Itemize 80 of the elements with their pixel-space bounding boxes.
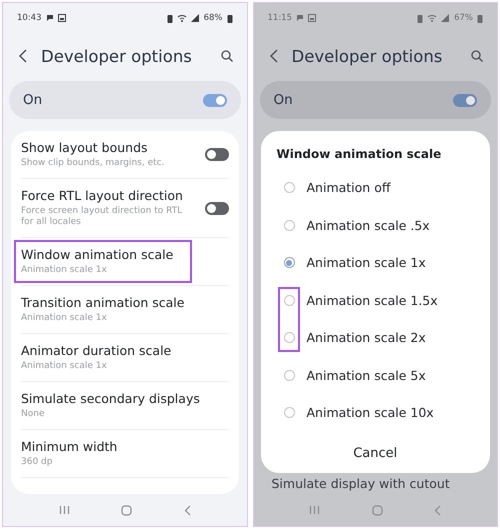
- setting-title: Minimum width: [21, 439, 118, 455]
- battery-icon: [477, 14, 483, 22]
- status-time: 11:15: [268, 13, 292, 23]
- home-icon[interactable]: [121, 504, 132, 516]
- setting-value: 360 dp: [21, 457, 54, 468]
- radio-button[interactable]: [284, 220, 294, 231]
- page-title: Developer options: [41, 46, 193, 66]
- settings-item[interactable]: Transition animation scale Animation scale 1x: [21, 286, 228, 334]
- settings-item[interactable]: Force RTL layout direction Force screen layout direction to RTL for all locales: [21, 179, 228, 238]
- radio-option[interactable]: Animation scale .5x: [260, 206, 490, 244]
- radio-button[interactable]: [284, 370, 294, 381]
- chat-icon: [46, 14, 54, 22]
- toggle-switch[interactable]: [202, 94, 226, 106]
- toggle-switch[interactable]: [204, 148, 228, 161]
- battery-icon: [226, 14, 232, 22]
- radio-option[interactable]: Animation off: [260, 169, 490, 206]
- option-label: Animation scale .5x: [306, 218, 430, 233]
- battery-saver-icon: [166, 14, 173, 22]
- page-title: Developer options: [292, 46, 444, 66]
- setting-title: Simulate display with cutout: [272, 476, 450, 492]
- status-time: 10:43: [17, 13, 42, 23]
- master-switch-bar[interactable]: On: [260, 81, 491, 119]
- radio-option[interactable]: Animation scale 10x: [260, 394, 490, 432]
- setting-title: Animator duration scale: [21, 343, 172, 359]
- dialog-title: Window animation scale: [276, 147, 442, 163]
- image-icon: [58, 14, 66, 22]
- search-icon[interactable]: [220, 50, 232, 62]
- radio-button[interactable]: [284, 332, 294, 344]
- battery-percent: 67%: [454, 13, 473, 23]
- setting-value: Force screen layout direction to RTL for all locales: [21, 206, 184, 228]
- radio-option[interactable]: Animation scale 1x: [260, 244, 490, 282]
- toggle-switch[interactable]: [204, 202, 228, 214]
- radio-option[interactable]: Animation scale 5x: [260, 356, 490, 394]
- wifi-icon: [176, 14, 187, 22]
- option-label: Animation scale 5x: [306, 368, 426, 383]
- back-icon[interactable]: [270, 49, 278, 63]
- switch-label: On: [23, 92, 42, 108]
- option-label: Animation off: [306, 180, 390, 196]
- radio-button[interactable]: [284, 182, 294, 194]
- option-label: Animation scale 1x: [306, 255, 426, 270]
- setting-value: Animation scale 1x: [21, 313, 108, 324]
- home-icon[interactable]: [372, 504, 383, 516]
- master-switch-bar[interactable]: On: [9, 81, 240, 119]
- battery-percent: 68%: [204, 13, 222, 23]
- settings-item[interactable]: Show layout bounds Show clip bounds, margins, etc.: [21, 131, 228, 179]
- battery-saver-icon: [417, 14, 424, 22]
- signal-icon: [190, 14, 200, 22]
- setting-value: Show clip bounds, margins, etc.: [21, 158, 164, 169]
- setting-title: Force RTL layout direction: [21, 188, 184, 204]
- setting-value: Animation scale 1x: [21, 361, 108, 372]
- signal-icon: [441, 14, 450, 22]
- setting-value: None: [21, 409, 46, 420]
- chat-icon: [296, 14, 304, 22]
- settings-item[interactable]: Window animation scale Animation scale 1x: [21, 238, 228, 286]
- cancel-button[interactable]: Cancel: [341, 442, 410, 464]
- switch-label: On: [274, 92, 293, 108]
- radio-button[interactable]: [284, 294, 294, 306]
- setting-value: Animation scale 1x: [21, 265, 108, 276]
- settings-item[interactable]: Simulate secondary displays None: [21, 382, 228, 430]
- radio-button[interactable]: [284, 407, 294, 418]
- toggle-switch[interactable]: [453, 94, 477, 106]
- radio-button[interactable]: [284, 257, 294, 268]
- settings-item[interactable]: Animator duration scale Animation scale 1x: [21, 334, 228, 382]
- recent-apps-icon[interactable]: [58, 505, 70, 515]
- image-icon: [308, 14, 316, 22]
- wifi-icon: [427, 14, 438, 22]
- settings-item[interactable]: Minimum width 360 dp: [21, 430, 228, 478]
- setting-title: Window animation scale: [21, 247, 174, 263]
- radio-option[interactable]: Animation scale 2x: [260, 319, 490, 356]
- setting-title: Transition animation scale: [21, 295, 184, 311]
- back-icon[interactable]: [19, 49, 27, 63]
- radio-option[interactable]: Animation scale 1.5x: [260, 282, 490, 319]
- settings-item[interactable]: Simulate display with cutout: [272, 474, 479, 494]
- option-label: Animation scale 10x: [306, 405, 434, 420]
- search-icon[interactable]: [471, 50, 483, 62]
- option-label: Animation scale 1.5x: [306, 292, 438, 308]
- recent-apps-icon[interactable]: [309, 505, 320, 515]
- option-label: Animation scale 2x: [306, 330, 426, 346]
- setting-title: Show layout bounds: [21, 140, 149, 156]
- setting-title: Simulate secondary displays: [21, 391, 200, 407]
